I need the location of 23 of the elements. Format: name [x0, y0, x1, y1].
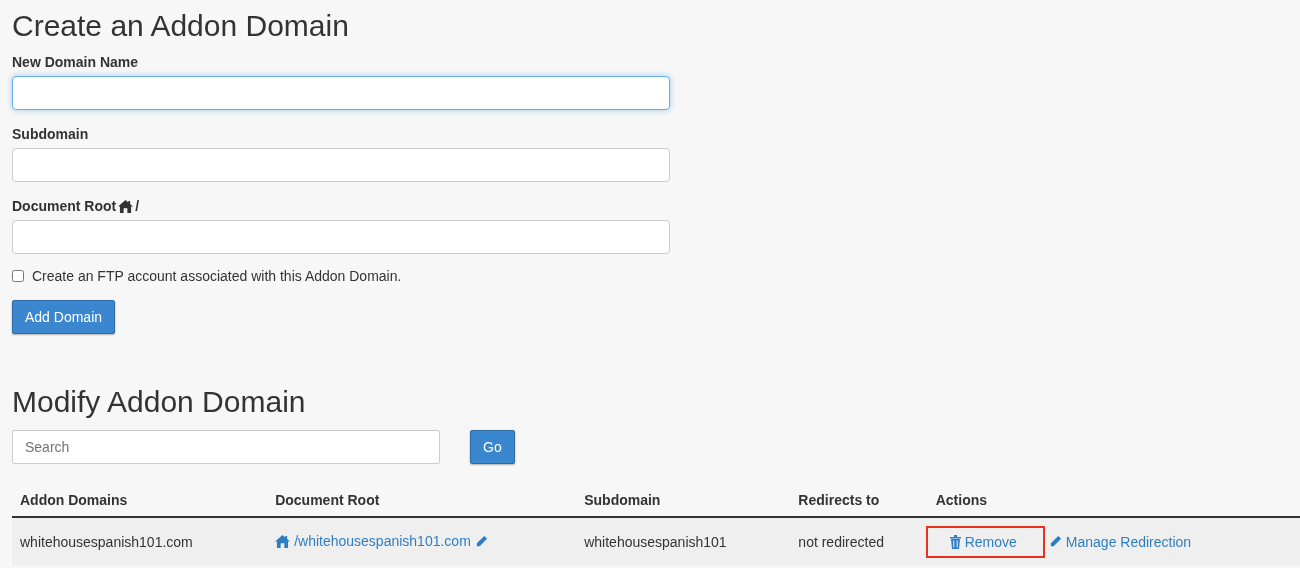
pencil-icon	[1048, 535, 1062, 549]
section-title: Modify Addon Domain	[12, 384, 307, 420]
input-field[interactable]	[12, 220, 670, 254]
go-button[interactable]: Go	[470, 430, 515, 464]
remove-link[interactable]: Remove	[949, 533, 1017, 550]
table-cell: whitehousespanish101	[576, 517, 791, 566]
field-label: New Domain Name	[12, 53, 139, 72]
add-domain-button[interactable]: Add Domain	[12, 300, 116, 334]
table-cell: whitehousespanish101.com	[12, 517, 268, 566]
page-title: Create an Addon Domain	[12, 8, 350, 44]
home-icon	[275, 534, 291, 548]
input-field[interactable]	[12, 148, 670, 182]
field-label: Subdomain	[12, 125, 89, 144]
ftp-checkbox[interactable]	[12, 270, 24, 282]
search-field[interactable]: Search	[12, 430, 440, 464]
home-icon	[118, 199, 134, 213]
trash-icon	[949, 534, 961, 549]
pencil-icon	[474, 534, 488, 548]
table-cell: not redirected	[790, 517, 928, 566]
checkbox-label: Create an FTP account associated with this Addon Domain.	[32, 268, 402, 284]
input-field[interactable]	[12, 76, 670, 110]
manage-redirection-link[interactable]: Manage Redirection	[1048, 533, 1192, 550]
field-label: Document Root /	[12, 197, 140, 216]
